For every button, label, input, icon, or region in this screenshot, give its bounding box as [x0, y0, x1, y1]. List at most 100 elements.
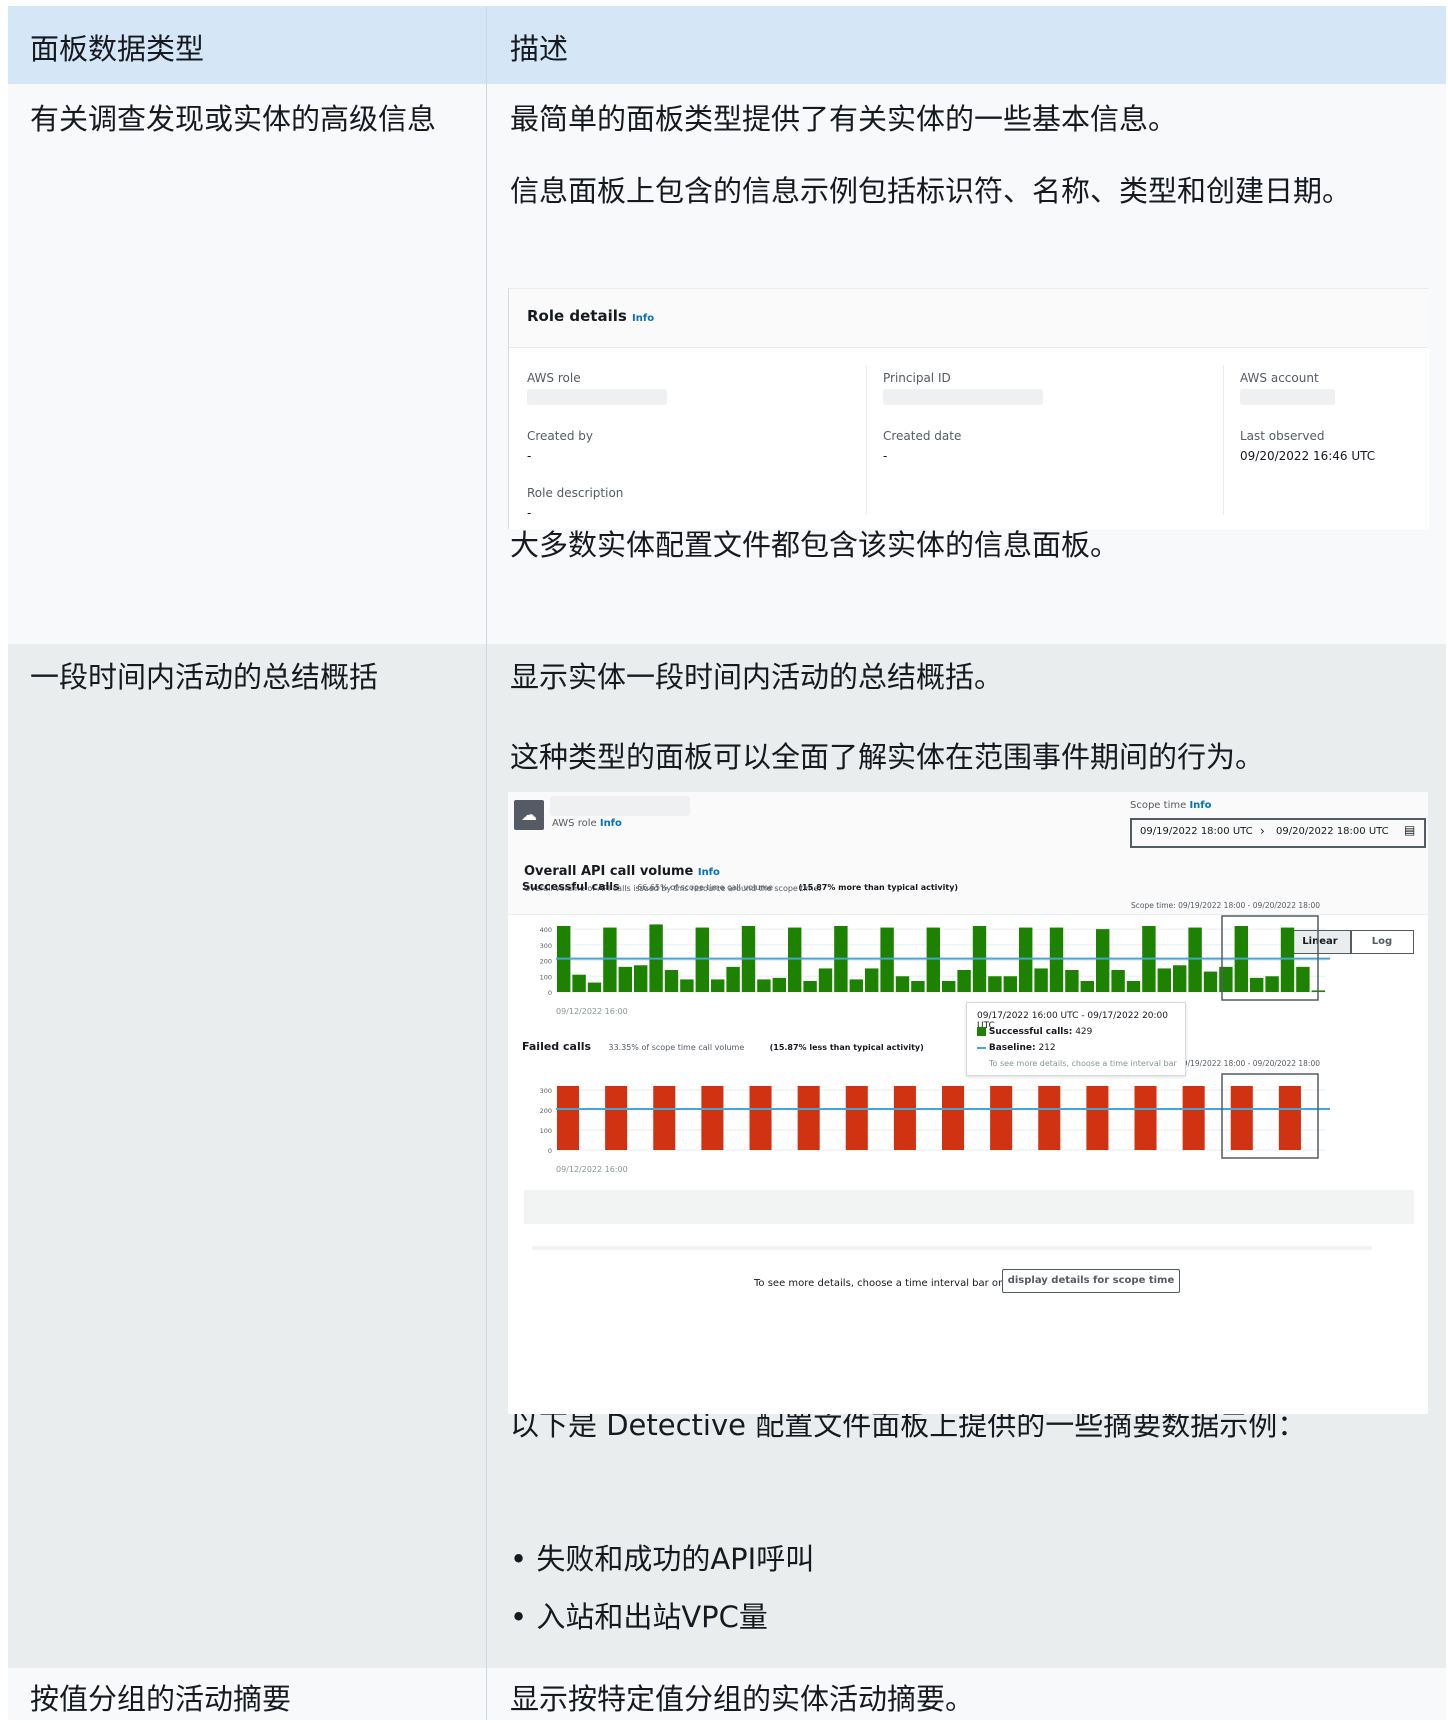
y-tick-label: 0 [548, 1147, 552, 1155]
last-observed-label: Last observed [1240, 429, 1325, 443]
tooltip-baseline: Baseline: 212 [977, 1043, 1056, 1053]
chart-bar [1080, 981, 1094, 992]
chart-bar [1003, 976, 1017, 992]
chart-bar [865, 968, 879, 992]
role-description-label: Role description [527, 486, 624, 500]
list-item: • 失败和成功的API呼叫 [510, 1542, 815, 1576]
chart-bar [1096, 929, 1110, 992]
chart-bar [1230, 1086, 1253, 1150]
row-paragraph: 大多数实体配置文件都包含该实体的信息面板。 [510, 528, 1120, 562]
redacted-value [883, 389, 1043, 405]
chart-bar [893, 1086, 916, 1150]
y-tick-label: 0 [548, 989, 552, 997]
chart-bar [942, 1086, 965, 1150]
table-row: 按值分组的活动摘要 显示按特定值分组的实体活动摘要。 [8, 1668, 1446, 1720]
list-item-text: 失败和成功的API呼叫 [536, 1542, 815, 1576]
aws-role-label: AWS role [527, 371, 581, 385]
scope-time-label: Scope time: 09/19/2022 18:00 - 09/20/202… [1131, 901, 1320, 910]
chart-bar [1278, 1086, 1301, 1150]
redacted-value [527, 389, 667, 405]
chart-bar [749, 1086, 772, 1150]
chart-bar [926, 927, 940, 992]
role-description-value: - [527, 506, 532, 520]
chart-note: (15.87% more than typical activity) [798, 883, 958, 892]
principal-id-label: Principal ID [883, 371, 951, 385]
chart-bar [711, 979, 725, 992]
y-tick-label: 100 [540, 1127, 552, 1135]
chart-bar [1250, 977, 1264, 992]
created-date-value: - [883, 449, 888, 463]
created-date-label: Created date [883, 429, 962, 443]
chart-bar [803, 981, 817, 992]
chart-bar [1126, 981, 1141, 992]
chart-bar [757, 979, 771, 992]
chart-bar [572, 974, 586, 992]
row-paragraph: 显示按特定值分组的实体活动摘要。 [510, 1682, 975, 1716]
chart-bar [653, 1086, 676, 1150]
y-tick-label: 200 [540, 958, 552, 966]
chart-bar [1038, 1086, 1061, 1150]
chart-bar [1265, 976, 1279, 992]
chart-tooltip: 09/17/2022 16:00 UTC - 09/17/2022 20:00 … [966, 1002, 1186, 1076]
chart-bar [1219, 966, 1233, 992]
chart-bar [701, 1086, 724, 1150]
role-details-panel: Role details Info AWS role Created by - … [508, 288, 1429, 529]
created-by-value: - [527, 449, 532, 463]
chart-bar [1034, 968, 1048, 992]
row-type-label: 一段时间内活动的总结概括 [30, 660, 379, 694]
chart-subtitle: 66.65% of scope time call volume [637, 883, 773, 892]
chart-bar [880, 927, 894, 992]
chart-title: Successful calls [522, 880, 620, 893]
y-tick-label: 300 [540, 942, 552, 950]
footer-hint: To see more details, choose a time inter… [754, 1278, 1003, 1289]
chart-bar [1157, 968, 1171, 992]
display-details-button[interactable]: display details for scope time [1002, 1269, 1180, 1293]
chart-bar [557, 1086, 580, 1150]
header-col-description: 描述 [510, 32, 569, 66]
row-type-label: 按值分组的活动摘要 [30, 1682, 292, 1716]
row-type-label: 有关调查发现或实体的高级信息 [30, 102, 437, 136]
column-divider [1223, 365, 1224, 515]
x-tick-label: 09/12/2022 16:00 [556, 1165, 628, 1174]
redacted-value [1240, 389, 1335, 405]
chart-bar [726, 966, 740, 992]
chart-bar [1182, 1086, 1205, 1150]
tooltip-hint: To see more details, choose a time inter… [989, 1059, 1177, 1068]
chart-bar [818, 968, 833, 992]
api-call-charts: Successful calls 66.65% of scope time cal… [522, 880, 1330, 1174]
table-header: 面板数据类型 描述 [8, 6, 1446, 84]
created-by-label: Created by [527, 429, 594, 443]
header-col-type: 面板数据类型 [30, 32, 205, 66]
chart-bar [1111, 970, 1125, 992]
row-paragraph: 最简单的面板类型提供了有关实体的一些基本信息。 [510, 102, 1178, 136]
info-link[interactable]: Info [632, 313, 654, 324]
chart-bar [1065, 970, 1079, 992]
chart-bar [1134, 1086, 1157, 1150]
chart-bar [680, 979, 694, 992]
y-tick-label: 400 [540, 926, 552, 934]
y-tick-label: 100 [540, 973, 552, 981]
chart-bar [849, 979, 863, 992]
chart-bar [1173, 965, 1187, 992]
chart-bar [988, 976, 1002, 992]
list-item-text: 入站和出站VPC量 [536, 1600, 768, 1634]
chart-subtitle: 33.35% of scope time call volume [608, 1043, 744, 1052]
chart-bar [1188, 927, 1202, 992]
chart-bar [587, 982, 602, 992]
chart-bar [634, 965, 648, 992]
chart-bar [911, 981, 925, 992]
x-tick-label: 09/12/2022 16:00 [556, 1007, 628, 1016]
chart-bar [1049, 927, 1064, 992]
chart-bar [942, 981, 956, 992]
row-paragraph: 显示实体一段时间内活动的总结概括。 [510, 660, 1004, 694]
table-placeholder [532, 1246, 1372, 1250]
chart-bar [695, 927, 709, 992]
chart-bar [618, 966, 632, 992]
chart-note: (15.87% less than typical activity) [770, 1043, 924, 1052]
row-paragraph: 这种类型的面板可以全面了解实体在范围事件期间的行为。 [510, 740, 1265, 774]
list-item: • 入站和出站VPC量 [510, 1600, 768, 1634]
chart-title: Failed calls [522, 1040, 591, 1053]
chart-bar [797, 1086, 820, 1150]
chart-bar [788, 927, 802, 992]
chart-bar [1019, 927, 1033, 992]
